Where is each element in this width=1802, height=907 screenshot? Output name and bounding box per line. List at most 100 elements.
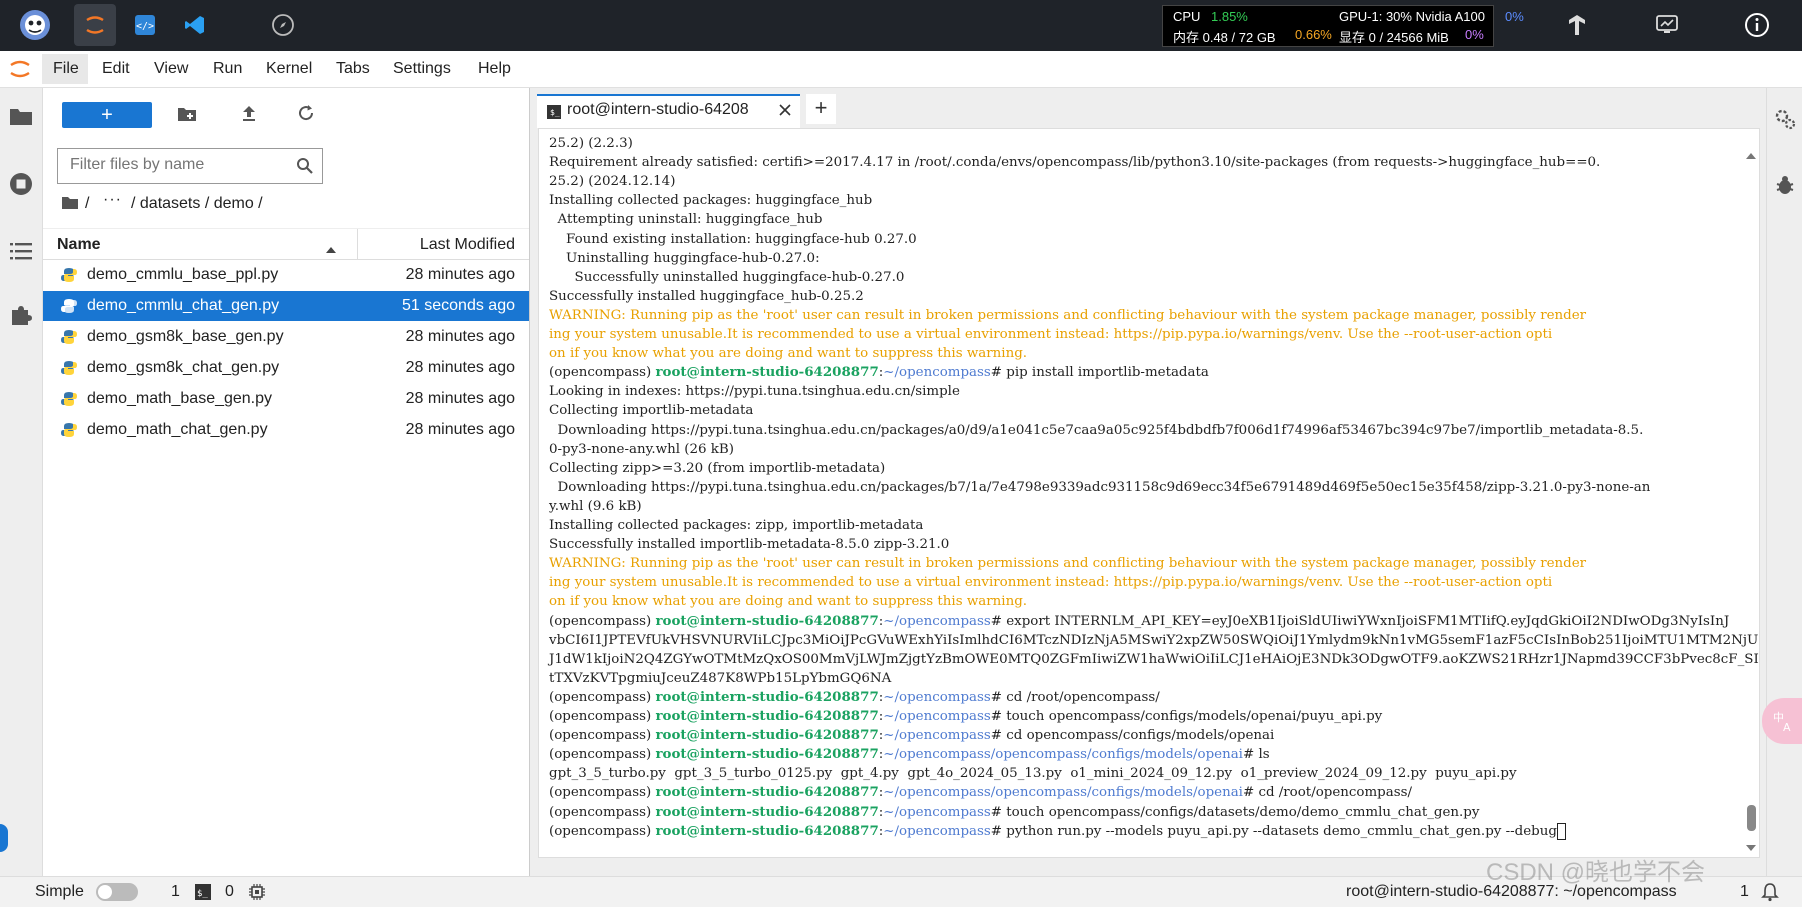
file-modified: 28 minutes ago: [405, 421, 515, 438]
search-icon[interactable]: [296, 157, 313, 179]
code-icon[interactable]: </>: [124, 4, 166, 46]
vscode-icon[interactable]: [174, 4, 216, 46]
file-row[interactable]: demo_math_chat_gen.py 28 minutes ago: [43, 415, 529, 445]
menu-view[interactable]: View: [154, 60, 188, 78]
toggle-knob: [98, 885, 112, 899]
file-row[interactable]: demo_cmmlu_base_ppl.py 28 minutes ago: [43, 260, 529, 290]
simple-mode-label: Simple: [35, 883, 84, 900]
property-inspector-icon[interactable]: [1774, 108, 1796, 135]
watermark: CSDN @晓也学不会: [1486, 859, 1706, 886]
add-tab-button[interactable]: +: [806, 94, 836, 124]
close-icon[interactable]: [778, 103, 792, 122]
bell-icon[interactable]: [1760, 882, 1780, 907]
cpu-chip-icon[interactable]: [248, 883, 266, 906]
tab-terminal[interactable]: $_ root@intern-studio-64208: [537, 94, 800, 128]
breadcrumb-root[interactable]: /: [85, 195, 89, 213]
menu-kernel[interactable]: Kernel: [266, 60, 312, 78]
tab-title: root@intern-studio-64208: [567, 101, 749, 118]
svg-text:A: A: [1783, 721, 1791, 733]
terminal-line: Attempting uninstall: huggingface_hub: [549, 212, 823, 228]
menu-help[interactable]: Help: [478, 60, 511, 78]
terminal-output[interactable]: 25.2) (2.2.3) Requirement already satisfi…: [538, 128, 1760, 858]
upload-icon[interactable]: [240, 104, 258, 127]
file-row[interactable]: demo_math_base_gen.py 28 minutes ago: [43, 384, 529, 414]
gpu-label: GPU-1: 30% Nvidia A100: [1339, 9, 1485, 24]
kernels-count[interactable]: 1: [171, 883, 180, 901]
svg-text:$_: $_: [550, 108, 560, 117]
intern-logo-icon[interactable]: [14, 4, 56, 46]
compass-icon[interactable]: [262, 4, 304, 46]
new-launcher-button[interactable]: +: [62, 102, 152, 128]
scroll-down-icon[interactable]: [1745, 839, 1757, 857]
file-name: demo_cmmlu_chat_gen.py: [87, 297, 280, 314]
vram-label: 显存 0 / 24566 MiB: [1339, 30, 1449, 45]
filter-input[interactable]: [58, 149, 290, 181]
running-icon[interactable]: [9, 172, 33, 201]
tab-bar: $_ root@intern-studio-64208 +: [530, 88, 1766, 128]
extension-icon[interactable]: [10, 304, 32, 331]
terminal-line: Uninstalling huggingface-hub-0.27.0:: [549, 250, 820, 266]
terminal-line: (opencompass) root@intern-studio-6420887…: [549, 822, 1566, 841]
file-name: demo_gsm8k_base_gen.py: [87, 328, 284, 345]
terminal-line: 25.2) (2024.12.14): [549, 174, 676, 190]
file-browser: + / ··· / datasets / demo / Name Last Mo…: [43, 88, 530, 876]
menu-settings[interactable]: Settings: [393, 60, 451, 78]
python-file-icon: [61, 268, 77, 282]
file-name: demo_math_chat_gen.py: [87, 421, 268, 438]
terminal-line: (opencompass) root@intern-studio-6420887…: [549, 364, 1209, 381]
new-folder-icon[interactable]: [177, 106, 197, 127]
jupyter-icon[interactable]: [74, 4, 116, 46]
file-filter-box: [57, 148, 323, 184]
terminal-line: gpt_3_5_turbo.py gpt_3_5_turbo_0125.py g…: [549, 766, 1517, 782]
monitor-icon[interactable]: [1646, 4, 1688, 46]
terminal-line: ing your system unusable.It is recommend…: [549, 575, 1553, 591]
scroll-up-icon[interactable]: [1745, 147, 1757, 165]
svg-text:$_: $_: [197, 889, 208, 899]
column-last-modified[interactable]: Last Modified: [420, 236, 515, 254]
terminal-icon: $_: [547, 105, 561, 124]
breadcrumb-ellipsis[interactable]: ···: [103, 191, 122, 209]
scrollbar-thumb[interactable]: [1747, 805, 1756, 831]
terminal-cursor: [1556, 822, 1566, 840]
terminal-line: on if you know what you are doing and wa…: [549, 594, 1028, 610]
toc-icon[interactable]: [10, 242, 32, 265]
terminal-line: Looking in indexes: https://pypi.tuna.ts…: [549, 384, 960, 400]
breadcrumb[interactable]: / datasets / demo /: [131, 195, 263, 213]
menu-edit[interactable]: Edit: [102, 60, 130, 78]
info-icon[interactable]: [1736, 4, 1778, 46]
debugger-icon[interactable]: [1774, 174, 1796, 201]
terminal-line: WARNING: Running pip as the 'root' user …: [549, 307, 1587, 323]
folder-icon[interactable]: [9, 106, 33, 131]
file-name: demo_cmmlu_base_ppl.py: [87, 266, 279, 283]
terminal-line: Collecting importlib-metadata: [549, 403, 754, 419]
terminal-line: y.whl (9.6 kB): [549, 498, 642, 514]
notification-count: 1: [1740, 883, 1749, 900]
terminal-line: (opencompass) root@intern-studio-6420887…: [549, 727, 1275, 744]
breadcrumb-home-icon[interactable]: [61, 196, 79, 215]
file-modified: 28 minutes ago: [405, 390, 515, 407]
menu-tabs[interactable]: Tabs: [336, 60, 370, 78]
menu-file[interactable]: File: [53, 60, 79, 78]
terminals-count[interactable]: 0: [225, 883, 234, 901]
file-modified: 51 seconds ago: [402, 297, 515, 314]
sort-ascending-icon[interactable]: [325, 241, 337, 259]
cpu-label: CPU: [1173, 9, 1201, 24]
file-row[interactable]: demo_gsm8k_chat_gen.py 28 minutes ago: [43, 353, 529, 383]
side-tab-indicator[interactable]: [0, 824, 8, 852]
terminal-line: vbCI6I1JPTEVfUkVHSVNURVIiLCJpc3MiOiJPcGV…: [549, 632, 1760, 648]
refresh-icon[interactable]: [297, 104, 315, 127]
simple-mode-toggle[interactable]: [96, 883, 138, 901]
file-modified: 28 minutes ago: [405, 328, 515, 345]
python-file-icon: [61, 299, 77, 313]
column-name[interactable]: Name: [57, 236, 101, 254]
terminal-line: Collecting zipp>=3.20 (from importlib-me…: [549, 460, 886, 476]
menu-run[interactable]: Run: [213, 60, 242, 78]
terminal-line: (opencompass) root@intern-studio-6420887…: [549, 708, 1383, 724]
file-row[interactable]: demo_cmmlu_chat_gen.py 51 seconds ago: [43, 291, 529, 321]
left-sidebar: [0, 88, 43, 876]
file-row[interactable]: demo_gsm8k_base_gen.py 28 minutes ago: [43, 322, 529, 352]
memory-value: 0.66%: [1295, 27, 1332, 42]
tensorboard-icon[interactable]: [1556, 4, 1598, 46]
terminal-line: ing your system unusable.It is recommend…: [549, 327, 1553, 342]
translate-icon[interactable]: 中A: [1762, 698, 1802, 744]
